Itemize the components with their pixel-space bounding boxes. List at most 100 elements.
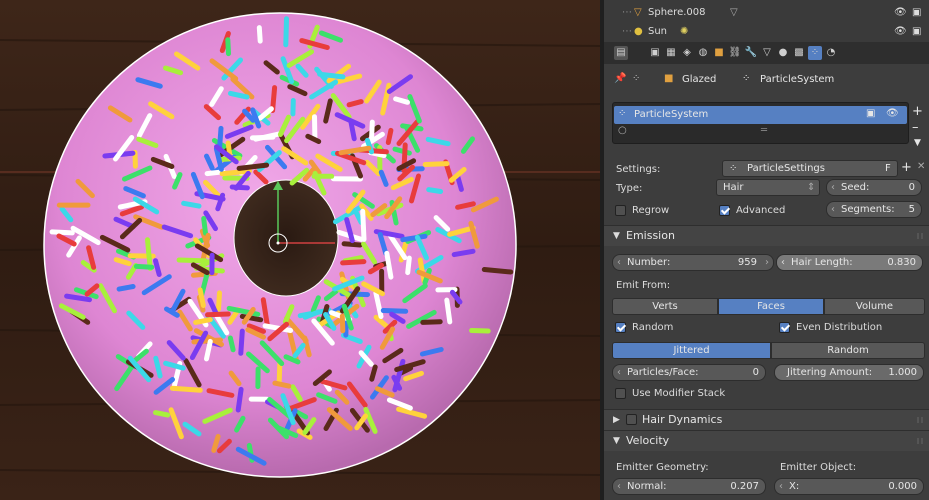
advanced-checkbox[interactable] xyxy=(719,205,730,216)
remove-slot-button[interactable]: – xyxy=(912,120,919,135)
outliner-row-sun[interactable]: ⋯ ● Sun ✺ 👁 ▣ xyxy=(604,22,929,42)
render-tab-icon[interactable]: ▣ xyxy=(648,46,662,60)
world-tab-icon[interactable]: ◍ xyxy=(696,46,710,60)
emit-from-verts[interactable]: Verts xyxy=(612,298,718,315)
hair-length-field[interactable]: ‹ Hair Length: 0.830 xyxy=(776,254,923,271)
outliner-item-label: Sun xyxy=(648,26,668,37)
segment-label: Jittered xyxy=(673,345,710,356)
particle-settings-selector[interactable]: ParticleSettings ⁘ F xyxy=(722,160,898,177)
collapsed-triangle-icon: ▶ xyxy=(613,415,620,425)
move-down-icon[interactable]: ▼ xyxy=(914,138,921,148)
number-field[interactable]: ‹ Number: 959 › xyxy=(612,254,774,271)
even-distribution-checkbox[interactable] xyxy=(779,322,790,333)
panel-drag-grip[interactable] xyxy=(917,438,925,444)
random-checkbox[interactable] xyxy=(615,322,626,333)
pin-icon[interactable]: 📌 xyxy=(614,73,626,84)
visibility-eye-icon[interactable]: 👁 xyxy=(894,7,907,18)
normal-value: 0.207 xyxy=(730,481,759,492)
number-label: Number: xyxy=(627,257,671,268)
sprinkle xyxy=(191,337,223,345)
panel-drag-grip[interactable] xyxy=(917,417,925,423)
segments-value: 5 xyxy=(908,204,915,215)
lamp-icon: ● xyxy=(634,26,643,37)
segment-label: Random xyxy=(827,345,869,356)
hair-length-label: Hair Length: xyxy=(791,257,853,268)
sprinkle xyxy=(64,293,92,303)
distribution-jittered[interactable]: Jittered xyxy=(612,342,771,359)
render-camera-icon[interactable]: ▣ xyxy=(912,7,921,18)
render-toggle-icon[interactable]: ▣ xyxy=(866,108,875,119)
number-value: 959 xyxy=(737,257,757,268)
seed-field[interactable]: ‹ Seed: 0 xyxy=(826,179,922,196)
modifiers-tab-icon[interactable]: 🔧 xyxy=(744,46,758,60)
sprinkle xyxy=(380,308,409,314)
sprinkle xyxy=(193,317,213,325)
constraints-tab-icon[interactable]: ⛓ xyxy=(728,46,742,60)
editor-type-icon[interactable]: ▤ xyxy=(614,46,628,60)
visibility-eye-icon[interactable]: 👁 xyxy=(886,108,899,119)
material-tab-icon[interactable]: ● xyxy=(776,46,790,60)
sprinkle xyxy=(236,162,270,171)
dropdown-arrows-icon: ⇕ xyxy=(807,182,816,193)
modifier-stack-checkbox[interactable] xyxy=(615,388,626,399)
decrement-arrow[interactable]: ‹ xyxy=(617,481,621,492)
sprinkle xyxy=(216,290,222,312)
list-item[interactable]: ⁘ ParticleSystem ▣ 👁 xyxy=(614,106,907,124)
sprinkle xyxy=(444,297,453,325)
fake-user-toggle[interactable]: F xyxy=(885,163,891,174)
sprinkle xyxy=(385,127,394,145)
list-handle-icon[interactable]: ○ xyxy=(618,125,627,136)
object-tab-icon[interactable]: ■ xyxy=(712,46,726,60)
sprinkle xyxy=(369,119,375,141)
new-settings-button[interactable]: + xyxy=(901,160,912,175)
velocity-panel-header[interactable]: ▼ Velocity xyxy=(604,430,929,451)
expand-triangle-icon: ▼ xyxy=(613,436,620,446)
sprinkle xyxy=(481,267,514,275)
scene-tab-icon[interactable]: ◈ xyxy=(680,46,694,60)
list-resize-grip[interactable]: ═ xyxy=(761,125,767,136)
type-dropdown[interactable]: Hair ⇕ xyxy=(716,179,820,196)
outliner-row-sphere[interactable]: ⋯ ▽ Sphere.008 ▽ 👁 ▣ xyxy=(604,3,929,23)
decrement-arrow[interactable]: ‹ xyxy=(831,204,835,215)
visibility-eye-icon[interactable]: 👁 xyxy=(894,26,907,37)
panel-drag-grip[interactable] xyxy=(917,233,925,239)
emitter-geometry-label: Emitter Geometry: xyxy=(616,462,709,473)
hair-dynamics-checkbox[interactable] xyxy=(626,414,637,425)
jittering-label: Jittering Amount: xyxy=(787,367,873,378)
render-camera-icon[interactable]: ▣ xyxy=(912,26,921,37)
sprinkle xyxy=(181,200,202,209)
hair-dynamics-panel-header[interactable]: ▶ Hair Dynamics xyxy=(604,409,929,430)
sprinkle xyxy=(49,229,75,236)
decrement-arrow[interactable]: ‹ xyxy=(781,257,785,268)
sprinkle xyxy=(455,201,476,210)
particles-tab-icon[interactable]: ⁘ xyxy=(808,46,822,60)
particles-per-face-field[interactable]: ‹ Particles/Face: 0 xyxy=(612,364,766,381)
increment-arrow[interactable]: › xyxy=(765,257,769,268)
decrement-arrow[interactable]: ‹ xyxy=(779,481,783,492)
emission-panel-header[interactable]: ▼ Emission xyxy=(604,225,929,246)
unlink-icon[interactable]: ✕ xyxy=(917,161,925,172)
segments-field[interactable]: ‹ Segments: 5 xyxy=(826,201,922,218)
sprinkle xyxy=(422,161,450,167)
decrement-arrow[interactable]: ‹ xyxy=(617,367,621,378)
normal-field[interactable]: ‹ Normal: 0.207 xyxy=(612,478,766,495)
decrement-arrow[interactable]: ‹ xyxy=(617,257,621,268)
physics-tab-icon[interactable]: ◔ xyxy=(824,46,838,60)
render-layers-tab-icon[interactable]: ▦ xyxy=(664,46,678,60)
emit-from-volume[interactable]: Volume xyxy=(824,298,925,315)
regrow-checkbox[interactable] xyxy=(615,205,626,216)
emitter-object-x-field[interactable]: ‹ X: 0.000 xyxy=(774,478,924,495)
decrement-arrow[interactable]: ‹ xyxy=(831,182,835,193)
add-slot-button[interactable]: + xyxy=(912,104,923,119)
modifier-stack-label: Use Modifier Stack xyxy=(632,388,726,399)
data-tab-icon[interactable]: ▽ xyxy=(760,46,774,60)
properties-tabs: ▤ ▣ ▦ ◈ ◍ ■ ⛓ 🔧 ▽ ● ▩ ⁘ ◔ xyxy=(604,42,929,64)
sprinkle xyxy=(393,96,410,105)
3d-viewport[interactable] xyxy=(0,0,600,500)
jittering-amount-slider[interactable]: Jittering Amount: 1.000 xyxy=(774,364,924,381)
even-distribution-label: Even Distribution xyxy=(796,322,883,333)
distribution-random[interactable]: Random xyxy=(771,342,925,359)
emit-from-faces[interactable]: Faces xyxy=(718,298,824,315)
particles-face-value: 0 xyxy=(752,367,759,378)
texture-tab-icon[interactable]: ▩ xyxy=(792,46,806,60)
